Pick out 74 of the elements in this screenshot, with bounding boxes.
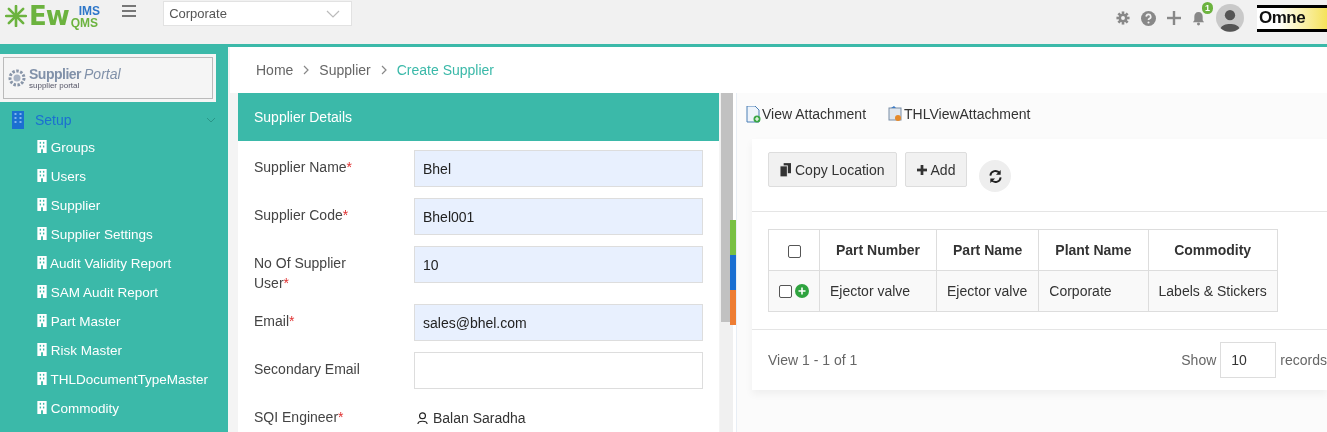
building-icon <box>37 256 47 269</box>
page-size-label: Show <box>1181 352 1217 368</box>
column-header[interactable]: Part Number <box>819 229 937 271</box>
panel-header: Supplier Details <box>238 93 719 141</box>
refresh-icon <box>987 168 1003 184</box>
building-icon <box>37 401 47 414</box>
building-icon <box>37 314 47 327</box>
refresh-button[interactable] <box>979 160 1012 192</box>
attachment-link[interactable]: THLViewAttachment <box>888 105 1031 123</box>
scrollbar-thumb[interactable] <box>721 93 733 322</box>
logo-text: QMS <box>70 17 100 29</box>
field-label: SQI Engineer* <box>254 408 345 427</box>
scrollbar[interactable] <box>720 93 733 432</box>
help-icon[interactable] <box>1141 10 1156 26</box>
building-icon <box>37 343 47 356</box>
plus-icon[interactable] <box>1167 11 1181 25</box>
column-header[interactable]: Commodity <box>1148 229 1278 271</box>
input-field[interactable] <box>414 352 703 389</box>
building-icon <box>37 372 47 385</box>
field-label: Email* <box>254 312 296 331</box>
building-icon <box>11 111 25 129</box>
plant-select[interactable]: Corporate <box>163 1 353 26</box>
chevron-down-icon <box>326 9 341 18</box>
input-field[interactable]: Bhel001 <box>414 198 703 235</box>
checkbox[interactable] <box>787 244 801 258</box>
menu-icon[interactable] <box>122 5 137 17</box>
plus-icon <box>916 164 927 175</box>
input-field[interactable]: 10 <box>414 246 703 283</box>
chevron-right-icon <box>380 65 387 75</box>
page-size-field[interactable]: 10 <box>1220 342 1277 378</box>
field-label: Supplier Name* <box>254 158 354 177</box>
building-icon <box>37 169 47 182</box>
building-icon <box>37 285 47 298</box>
breadcrumb-link[interactable]: Supplier <box>319 62 371 78</box>
column-header[interactable]: Plant Name <box>1038 229 1149 271</box>
field-label: Supplier Code* <box>254 206 350 225</box>
input-field[interactable]: sales@bhel.com <box>414 304 703 341</box>
pagination-summary: View 1 - 1 of 1 <box>768 352 858 368</box>
breadcrumb-link[interactable]: Home <box>256 62 294 78</box>
person-icon <box>417 411 428 425</box>
field-label: No Of Supplier User* <box>254 254 347 293</box>
table-cell: Ejector valve <box>936 270 1039 312</box>
brand-text: Omne <box>1259 8 1306 28</box>
table-cell: Ejector valve <box>819 270 937 312</box>
building-icon <box>37 198 47 211</box>
portal-title: Supplier <box>29 65 81 82</box>
logo-text: Ew <box>29 2 69 30</box>
copy-icon <box>780 162 791 177</box>
toolbar-button[interactable]: Copy Location <box>768 152 897 187</box>
table-cell: Labels & Stickers <box>1148 270 1278 312</box>
chevron-right-icon <box>303 65 310 75</box>
expand-plus-icon[interactable] <box>795 284 809 298</box>
checkbox[interactable] <box>779 284 792 298</box>
building-icon <box>37 227 47 240</box>
chevron-down-icon <box>206 117 216 123</box>
input-field[interactable]: Bhel <box>414 150 703 187</box>
page-size-label: records <box>1280 352 1327 368</box>
table-cell: Corporate <box>1038 270 1149 312</box>
certificate-icon <box>888 105 904 123</box>
field-label: Secondary Email <box>254 360 361 379</box>
settings-icon[interactable] <box>1116 11 1130 25</box>
avatar-icon[interactable] <box>1216 4 1244 32</box>
bell-icon[interactable] <box>1192 10 1205 26</box>
portal-title: Portal <box>84 65 121 82</box>
attachment-link[interactable]: View Attachment <box>746 105 867 123</box>
logo-text: IMS <box>77 5 101 17</box>
building-icon <box>37 140 47 153</box>
user-name: Balan Saradha <box>433 410 526 426</box>
gear-network-icon <box>7 68 27 88</box>
toolbar-button[interactable]: Add <box>904 152 968 187</box>
notification-badge: 1 <box>1202 1 1213 14</box>
snowflake-icon <box>5 5 27 27</box>
column-header[interactable]: Part Name <box>936 229 1039 271</box>
document-add-icon <box>746 105 761 123</box>
